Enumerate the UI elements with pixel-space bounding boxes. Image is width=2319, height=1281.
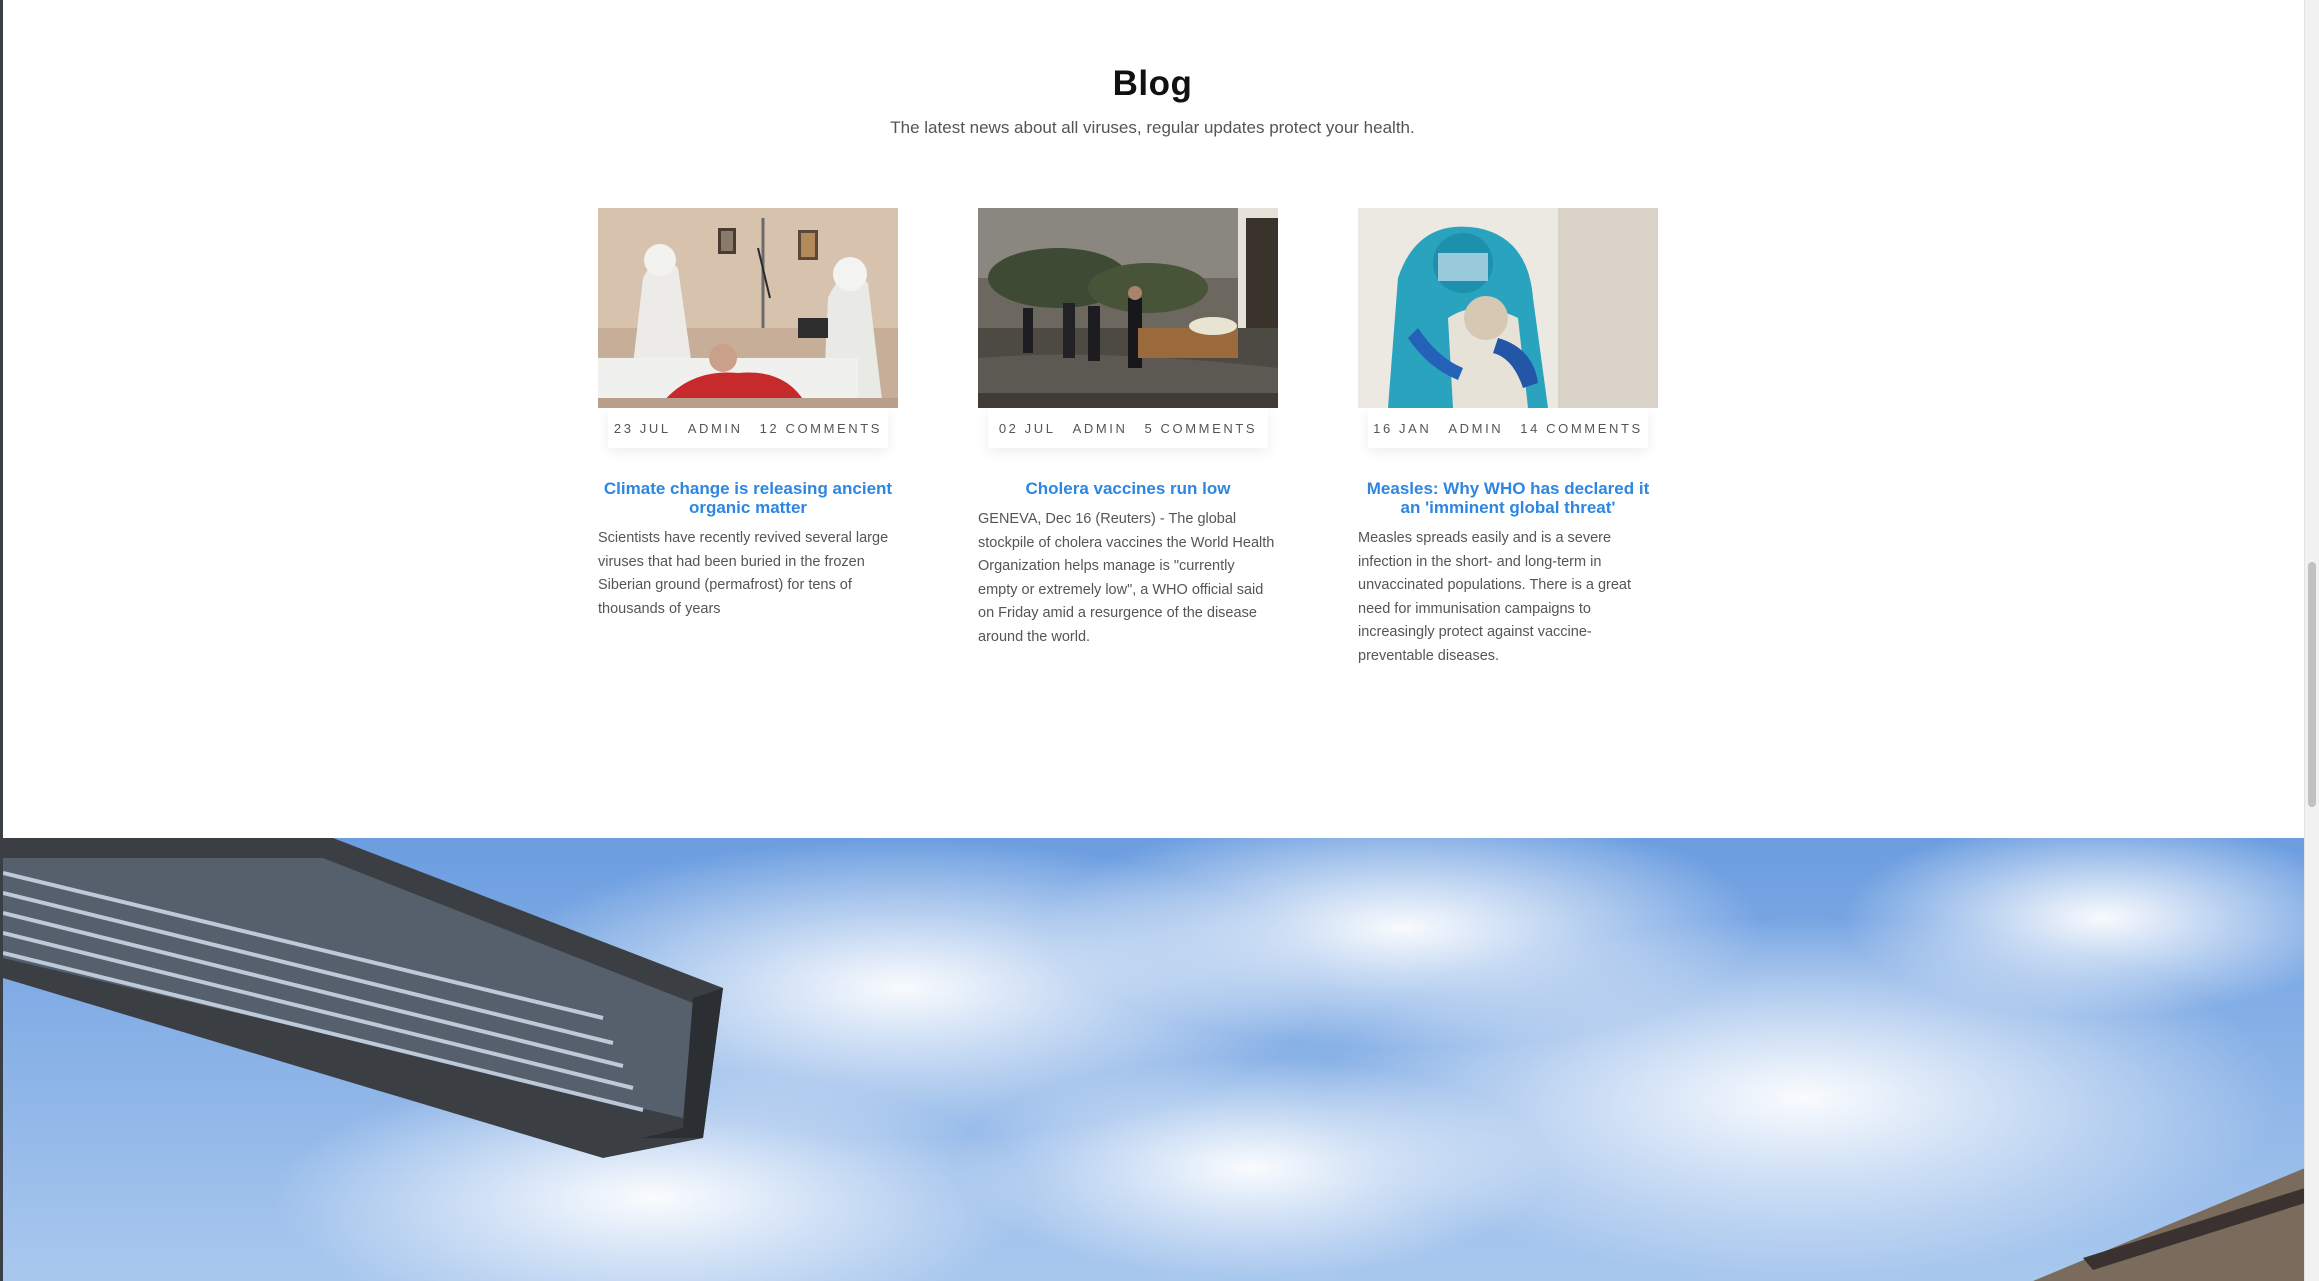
left-edge [0, 0, 3, 1281]
post-comments[interactable]: 12 COMMENTS [760, 421, 883, 436]
post-author[interactable]: ADMIN [1448, 421, 1503, 436]
post-image-healthcare-worker[interactable] [1358, 208, 1658, 408]
post-meta: 16 JAN ADMIN 14 COMMENTS [1368, 408, 1648, 448]
post-title-link[interactable]: Cholera vaccines run low [978, 479, 1278, 498]
page-scrollbar[interactable] [2304, 0, 2319, 1281]
post-date: 02 JUL [998, 420, 1056, 436]
blog-card-2: 02 JUL ADMIN 5 COMMENTS Cholera vaccines… [978, 208, 1278, 650]
post-image-hospital-ward[interactable] [598, 208, 898, 408]
post-title-link[interactable]: Measles: Why WHO has declared it an 'imm… [1358, 479, 1658, 517]
page: Blog The latest news about all viruses, … [0, 0, 2319, 1281]
hero-building-sky-image [3, 838, 2305, 1281]
post-meta: 23 JUL ADMIN 12 COMMENTS [608, 408, 888, 448]
post-author[interactable]: ADMIN [1073, 421, 1128, 436]
scrollbar-thumb[interactable] [2308, 562, 2316, 807]
post-meta: 02 JUL ADMIN 5 COMMENTS [988, 408, 1268, 448]
post-author[interactable]: ADMIN [688, 421, 743, 436]
post-excerpt: GENEVA, Dec 16 (Reuters) - The global st… [978, 511, 1275, 645]
post-date: 16 JAN [1373, 420, 1432, 436]
post-date: 23 JUL [613, 420, 671, 436]
post-excerpt: Measles spreads easily and is a severe i… [1358, 530, 1631, 664]
post-image-funeral[interactable] [978, 208, 1278, 408]
post-comments[interactable]: 14 COMMENTS [1520, 421, 1643, 436]
post-excerpt: Scientists have recently revived several… [598, 530, 889, 617]
post-comments[interactable]: 5 COMMENTS [1145, 421, 1258, 436]
post-title-link[interactable]: Climate change is releasing ancient orga… [598, 479, 898, 517]
blog-card-3: 16 JAN ADMIN 14 COMMENTS Measles: Why WH… [1358, 208, 1658, 669]
blog-section: Blog The latest news about all viruses, … [0, 0, 2305, 838]
section-subtitle: The latest news about all viruses, regul… [890, 118, 1415, 137]
blog-card-1: 23 JUL ADMIN 12 COMMENTS Climate change … [598, 208, 898, 621]
section-title: Blog [1112, 64, 1193, 103]
